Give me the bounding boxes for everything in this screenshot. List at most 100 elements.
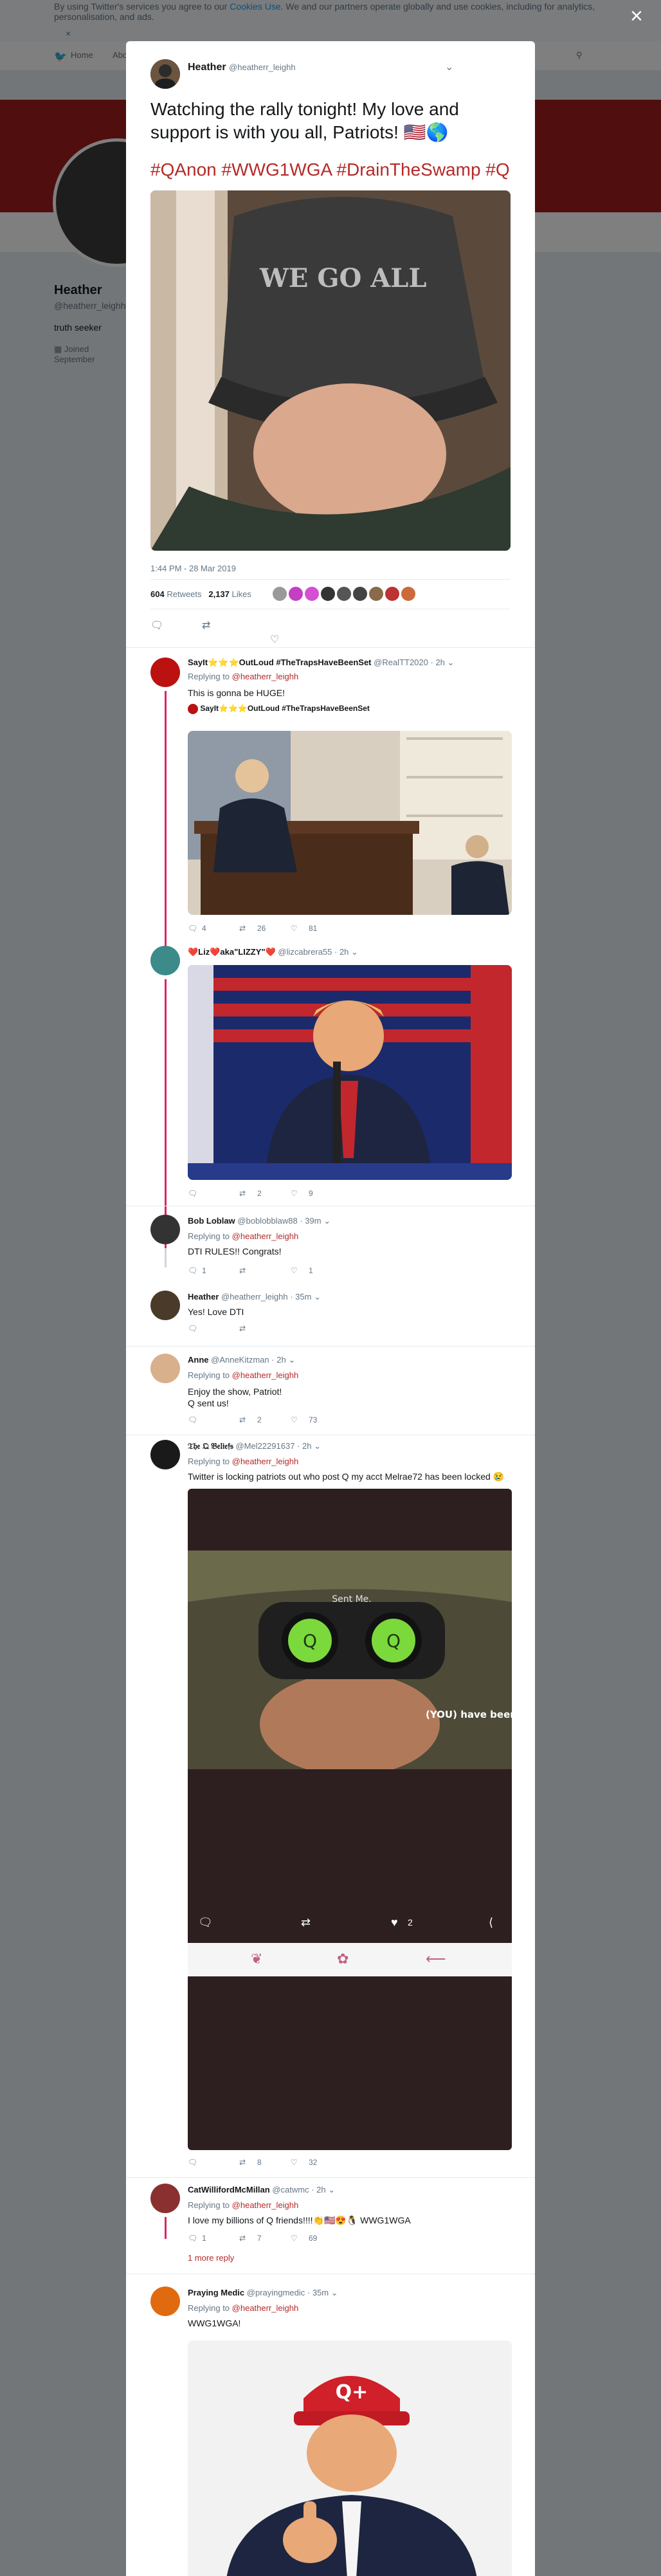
reply-author-handle[interactable]: @Mel22291637 bbox=[235, 1441, 294, 1451]
reply-avatar[interactable] bbox=[150, 2184, 180, 2213]
replying-to-link[interactable]: @heatherr_leighh bbox=[232, 1457, 299, 1466]
chevron-down-icon[interactable]: ⌄ bbox=[351, 947, 358, 957]
reply-icon[interactable]: 🗨 bbox=[188, 1324, 197, 1333]
reply-avatar[interactable] bbox=[150, 1215, 180, 1244]
chevron-down-icon[interactable]: ⌄ bbox=[448, 658, 455, 667]
reply-time[interactable]: · 35m bbox=[290, 1292, 311, 1302]
reply-icon[interactable]: 🗨 bbox=[188, 1266, 197, 1275]
reply-avatar[interactable] bbox=[150, 946, 180, 975]
retweet-icon[interactable]: ⇄ bbox=[301, 1916, 311, 1929]
reply-photo[interactable] bbox=[188, 965, 512, 1180]
reply-author-name[interactable]: Anne bbox=[188, 1355, 209, 1365]
retweet-icon[interactable]: ⇄ bbox=[239, 2234, 246, 2243]
reply-icon[interactable]: 🗨 bbox=[198, 1916, 213, 1929]
reply-author-handle[interactable]: @boblobblaw88 bbox=[237, 1216, 297, 1226]
arrow-icon[interactable]: ⟵ bbox=[426, 1951, 446, 1967]
likes-label[interactable]: Likes bbox=[232, 589, 251, 599]
reply-author-handle[interactable]: @heatherr_leighh bbox=[221, 1292, 288, 1302]
chevron-down-icon[interactable]: ⌄ bbox=[314, 1441, 321, 1451]
more-replies-link[interactable]: 1 more reply bbox=[188, 2253, 234, 2263]
reply-author-handle[interactable]: @catwmc bbox=[272, 2185, 309, 2194]
like-icon[interactable]: ♡ bbox=[291, 1415, 298, 1424]
replying-to-link[interactable]: @heatherr_leighh bbox=[232, 2303, 299, 2313]
retweet-icon[interactable]: ⇄ bbox=[239, 1189, 246, 1198]
reply-photo[interactable]: Q+ bbox=[188, 2341, 512, 2576]
chevron-down-icon[interactable]: ⌄ bbox=[314, 1292, 321, 1302]
reply-icon[interactable]: 🗨 bbox=[188, 924, 197, 933]
reply-author-name[interactable]: SayIt⭐⭐⭐OutLoud #TheTrapsHaveBeenSet bbox=[188, 658, 372, 667]
reply-author-name[interactable]: Praying Medic bbox=[188, 2288, 244, 2297]
reply-author-name[interactable]: Heather bbox=[188, 1292, 219, 1302]
reply-avatar[interactable] bbox=[150, 1440, 180, 1469]
retweet-icon[interactable]: ⇄ bbox=[239, 924, 246, 933]
chevron-down-icon[interactable]: ⌄ bbox=[328, 2185, 335, 2194]
reply-author-handle[interactable]: @RealTT2020 bbox=[374, 658, 428, 667]
reply-author-handle[interactable]: @prayingmedic bbox=[247, 2288, 305, 2297]
like-icon[interactable]: ♡ bbox=[291, 924, 298, 933]
reply-author-handle[interactable]: @lizcabrera55 bbox=[278, 947, 332, 957]
tweet-hashtags[interactable]: #QAnon #WWG1WGA #DrainTheSwamp #Q bbox=[150, 160, 523, 180]
tweet-author-avatar[interactable] bbox=[150, 59, 180, 89]
liker-avatar[interactable] bbox=[401, 587, 415, 601]
reply-icon[interactable]: 🗨 bbox=[188, 1415, 197, 1424]
tweet-author-name[interactable]: Heather bbox=[188, 62, 226, 73]
quoted-author-name[interactable]: SayIt⭐⭐⭐OutLoud #TheTrapsHaveBeenSet bbox=[200, 704, 370, 713]
tweet-photo[interactable]: WE GO ALL bbox=[150, 190, 511, 551]
reply-icon[interactable]: 🗨 bbox=[188, 1189, 197, 1198]
retweet-icon[interactable]: ⇄ bbox=[239, 1266, 246, 1275]
liker-avatar[interactable] bbox=[385, 587, 399, 601]
reply-avatar[interactable] bbox=[150, 1291, 180, 1320]
liker-avatar[interactable] bbox=[289, 587, 303, 601]
reply-author-name[interactable]: CatWillifordMcMillan bbox=[188, 2185, 270, 2194]
chevron-down-icon[interactable]: ⌄ bbox=[323, 1216, 330, 1226]
reply-photo[interactable] bbox=[188, 731, 512, 915]
tweet-timestamp[interactable]: 1:44 PM - 28 Mar 2019 bbox=[150, 564, 236, 573]
reply-author-name[interactable]: 𝔗𝔥𝔢 𝔔 𝔅𝔢𝔩𝔦𝔢𝔣𝔰 bbox=[188, 1441, 233, 1451]
reply-icon[interactable]: 🗨 bbox=[188, 2234, 197, 2243]
like-icon[interactable]: ♡ bbox=[270, 633, 279, 646]
reply-time[interactable]: · 2h bbox=[431, 658, 445, 667]
share-icon[interactable]: ⟨ bbox=[489, 1916, 493, 1929]
like-icon[interactable]: ♡ bbox=[291, 2158, 298, 2167]
liker-avatar[interactable] bbox=[369, 587, 383, 601]
replying-to-link[interactable]: @heatherr_leighh bbox=[232, 1231, 299, 1241]
retweet-icon[interactable]: ⇄ bbox=[202, 619, 210, 632]
reply-avatar[interactable] bbox=[150, 1354, 180, 1383]
reply-time[interactable]: · 2h bbox=[297, 1441, 311, 1451]
replying-to-link[interactable]: @heatherr_leighh bbox=[232, 672, 299, 681]
reply-author-name[interactable]: ❤️Liz❤️aka"LIZZY"❤️ bbox=[188, 947, 276, 957]
like-icon[interactable]: ♡ bbox=[291, 1266, 298, 1275]
chevron-down-icon[interactable]: ⌄ bbox=[445, 60, 453, 73]
reply-avatar[interactable] bbox=[150, 2286, 180, 2316]
replying-to-link[interactable]: @heatherr_leighh bbox=[232, 1370, 299, 1380]
like-icon[interactable]: ♡ bbox=[291, 1189, 298, 1198]
liker-avatar[interactable] bbox=[353, 587, 367, 601]
reply-icon[interactable]: 🗨 bbox=[150, 619, 163, 632]
liker-avatar[interactable] bbox=[337, 587, 351, 601]
reply-avatar[interactable] bbox=[150, 658, 180, 687]
chevron-down-icon[interactable]: ⌄ bbox=[288, 1355, 295, 1365]
retweets-label[interactable]: Retweets bbox=[167, 589, 201, 599]
retweet-icon[interactable]: ⇄ bbox=[239, 1415, 246, 1424]
liker-avatar[interactable] bbox=[305, 587, 319, 601]
retweet-icon[interactable]: ⇄ bbox=[239, 2158, 246, 2167]
flower-icon[interactable]: ✿ bbox=[337, 1951, 349, 1967]
reply-time[interactable]: · 2h bbox=[311, 2185, 325, 2194]
close-icon[interactable]: × bbox=[630, 5, 643, 27]
liker-avatar[interactable] bbox=[273, 587, 287, 601]
liker-avatar[interactable] bbox=[321, 587, 335, 601]
reply-author-handle[interactable]: @AnneKitzman bbox=[211, 1355, 269, 1365]
reply-time[interactable]: · 2h bbox=[271, 1355, 285, 1365]
retweet-icon[interactable]: ⇄ bbox=[239, 1324, 246, 1333]
chevron-down-icon[interactable]: ⌄ bbox=[331, 2288, 338, 2297]
gif-image[interactable]: Q Q Sent Me. (YOU) have been Q'd. WWG1WG… bbox=[188, 1550, 512, 1769]
reply-icon[interactable]: 🗨 bbox=[188, 2158, 197, 2167]
reply-time[interactable]: · 39m bbox=[300, 1216, 321, 1226]
reply-author-name[interactable]: Bob Loblaw bbox=[188, 1216, 235, 1226]
reply-time[interactable]: · 2h bbox=[334, 947, 349, 957]
like-icon[interactable]: ♡ bbox=[291, 2234, 298, 2243]
retweets-count[interactable]: 604 bbox=[150, 589, 165, 599]
like-icon[interactable]: ♥ bbox=[391, 1916, 398, 1929]
tweet-author-handle[interactable]: @heatherr_leighh bbox=[229, 62, 296, 72]
reply-time[interactable]: · 35m bbox=[307, 2288, 329, 2297]
